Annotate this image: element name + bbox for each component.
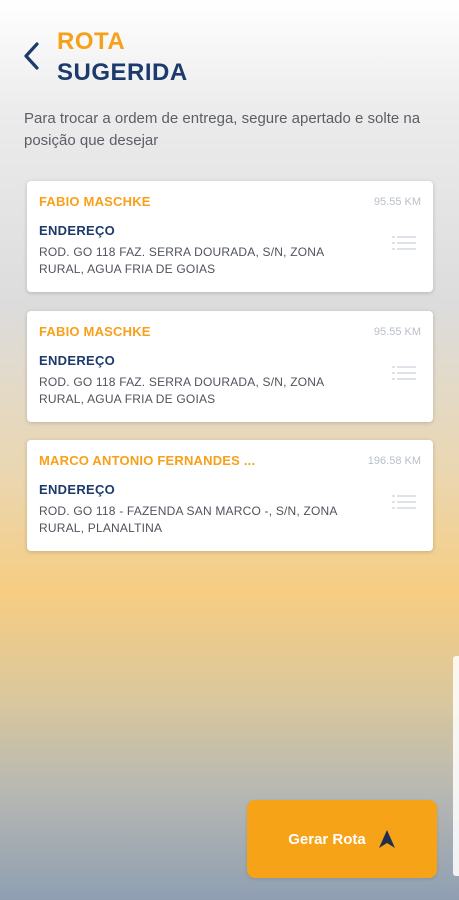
address-text: ROD. GO 118 FAZ. SERRA DOURADA, S/N, ZON… bbox=[39, 245, 324, 276]
page-title-line2: SUGERIDA bbox=[57, 59, 188, 86]
generate-route-label: Gerar Rota bbox=[288, 830, 366, 848]
drag-handle-icon[interactable] bbox=[392, 235, 416, 251]
back-button[interactable] bbox=[14, 36, 50, 76]
delivery-card[interactable]: FABIO MASCHKE 95.55 KM ENDEREÇO ROD. GO … bbox=[27, 181, 433, 292]
distance-label: 95.55 KM bbox=[373, 196, 421, 208]
page-title-line1: ROTA bbox=[57, 28, 126, 55]
drag-handle-icon[interactable] bbox=[392, 365, 416, 381]
delivery-card[interactable]: FABIO MASCHKE 95.55 KM ENDEREÇO ROD. GO … bbox=[27, 311, 433, 422]
customer-name: MARCO ANTONIO FERNANDES ... bbox=[39, 453, 256, 468]
generate-route-button[interactable]: Gerar Rota bbox=[247, 800, 437, 878]
chevron-left-icon bbox=[24, 42, 39, 70]
navigation-arrow-icon bbox=[378, 830, 395, 848]
distance-label: 95.55 KM bbox=[373, 326, 421, 338]
address-heading: ENDEREÇO bbox=[39, 223, 116, 238]
delivery-card[interactable]: MARCO ANTONIO FERNANDES ... 196.58 KM EN… bbox=[27, 440, 433, 551]
address-heading: ENDEREÇO bbox=[39, 482, 116, 497]
drag-handle-icon[interactable] bbox=[392, 494, 416, 510]
address-text: ROD. GO 118 FAZ. SERRA DOURADA, S/N, ZON… bbox=[39, 375, 324, 406]
page-title: ROTA SUGERIDA bbox=[57, 26, 188, 88]
customer-name: FABIO MASCHKE bbox=[39, 324, 151, 339]
address-text: ROD. GO 118 - FAZENDA SAN MARCO -, S/N, … bbox=[39, 504, 337, 535]
customer-name: FABIO MASCHKE bbox=[39, 194, 151, 209]
edge-panel-handle[interactable] bbox=[453, 656, 459, 876]
address-heading: ENDEREÇO bbox=[39, 353, 116, 368]
distance-label: 196.58 KM bbox=[367, 455, 421, 467]
header: ROTA SUGERIDA bbox=[0, 0, 459, 100]
instructions-text: Para trocar a ordem de entrega, segure a… bbox=[24, 110, 421, 149]
